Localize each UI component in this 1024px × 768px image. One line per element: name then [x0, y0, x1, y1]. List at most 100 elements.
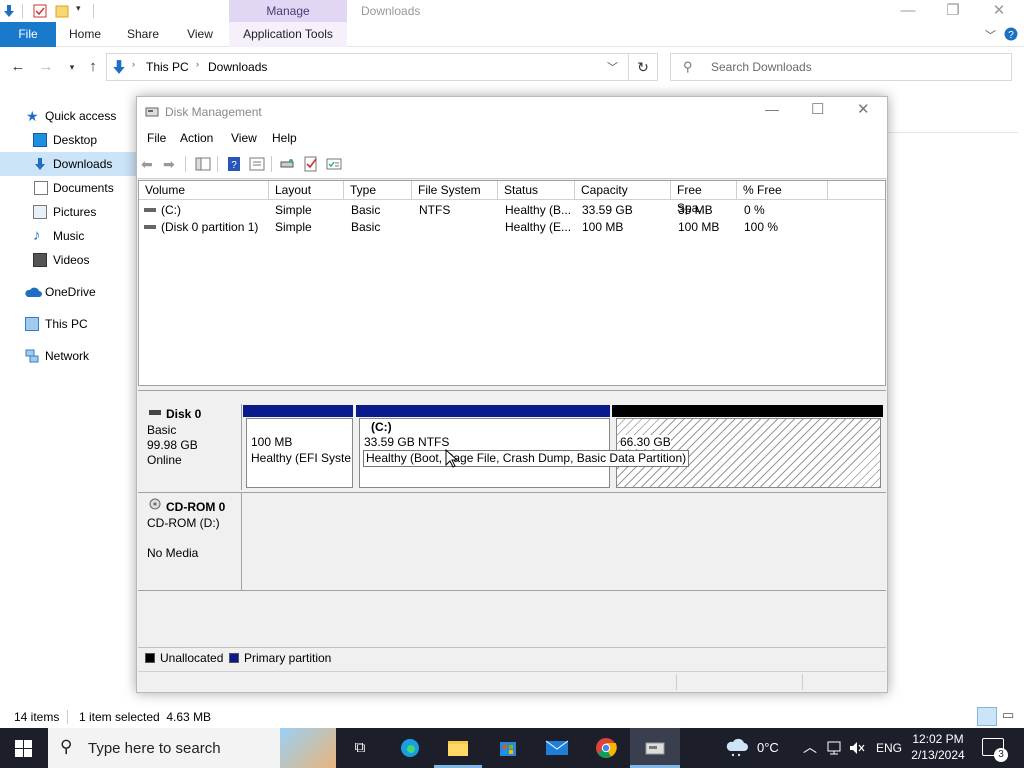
weather-temperature[interactable]: 0°C	[757, 740, 779, 755]
disk-divider	[138, 590, 886, 591]
refresh-icon[interactable]: ↻	[628, 53, 658, 81]
large-icons-view-icon[interactable]: ▭	[1002, 707, 1020, 726]
qat-divider	[22, 4, 23, 18]
menu-action[interactable]: Action	[180, 127, 213, 149]
breadcrumb-chevron-icon[interactable]: ›	[132, 59, 135, 69]
download-arrow-icon[interactable]	[2, 4, 16, 18]
dm-minimize-icon[interactable]: —	[765, 101, 785, 117]
properties-pane-icon[interactable]	[249, 156, 265, 172]
address-dropdown-icon[interactable]: ﹀	[607, 59, 618, 75]
nav-item-onedrive[interactable]: OneDrive	[0, 280, 136, 304]
nav-item-music[interactable]: ♪ Music	[0, 224, 136, 248]
microsoft-store-icon[interactable]	[484, 728, 532, 768]
download-arrow-icon	[113, 60, 125, 74]
close-icon[interactable]: ✕	[976, 0, 1022, 22]
nav-item-quick-access[interactable]: ★ Quick access	[0, 104, 136, 128]
tab-share[interactable]: Share	[122, 22, 164, 47]
table-row[interactable]: (C:) Simple Basic NTFS Healthy (B... 33.…	[139, 202, 885, 219]
toolbar-divider	[271, 156, 272, 172]
volume-muted-icon[interactable]	[848, 740, 866, 756]
task-view-icon[interactable]: ⧉	[336, 728, 384, 768]
qat-dropdown-icon[interactable]: ▾	[76, 3, 81, 14]
tab-file[interactable]: File	[0, 22, 56, 47]
column-header-file-system[interactable]: File System	[412, 181, 498, 199]
breadcrumb-chevron-icon[interactable]: ›	[196, 59, 199, 69]
search-icon: ⚲	[60, 737, 73, 756]
clock-date[interactable]: 2/13/2024	[906, 748, 970, 762]
music-note-icon: ♪	[33, 227, 41, 244]
disk-graphical-view: Disk 0 Basic 99.98 GB Online 100 MB Heal…	[138, 390, 886, 644]
table-row[interactable]: (Disk 0 partition 1) Simple Basic Health…	[139, 219, 885, 236]
expand-ribbon-icon[interactable]: ﹀	[985, 27, 996, 43]
notification-count-badge: 3	[994, 748, 1008, 762]
nav-item-network[interactable]: Network	[0, 344, 136, 368]
column-header-status[interactable]: Status	[498, 181, 575, 199]
ribbon-tabs: File Home Share View Application Tools ﹀…	[0, 22, 1024, 47]
tab-view[interactable]: View	[180, 22, 220, 47]
column-header-volume[interactable]: Volume	[139, 181, 269, 199]
connect-drive-icon[interactable]	[279, 156, 295, 172]
column-header-type[interactable]: Type	[344, 181, 412, 199]
chrome-browser-icon[interactable]	[582, 728, 630, 768]
clock-time[interactable]: 12:02 PM	[906, 732, 970, 746]
partition-status: Healthy (EFI Syster	[251, 451, 351, 465]
menu-view[interactable]: View	[231, 127, 257, 149]
search-input[interactable]: ⚲ Search Downloads	[670, 53, 1012, 81]
disk-management-taskbar-button[interactable]	[630, 728, 680, 768]
recent-locations-icon[interactable]: ▾	[62, 57, 82, 77]
breadcrumb-this-pc[interactable]: This PC	[146, 60, 189, 74]
forward-arrow-icon[interactable]: ➡	[163, 156, 179, 172]
mail-icon[interactable]	[533, 728, 581, 768]
input-language[interactable]: ENG	[876, 741, 902, 755]
disk-0-label[interactable]: Disk 0 Basic 99.98 GB Online	[138, 404, 242, 490]
manage-tab-group[interactable]: Manage	[229, 0, 347, 22]
edge-browser-icon[interactable]	[386, 728, 434, 768]
nav-item-documents[interactable]: Documents	[0, 176, 136, 200]
cell-volume: (C:)	[161, 203, 181, 217]
back-arrow-icon[interactable]: ⬅	[141, 156, 157, 172]
help-book-icon[interactable]: ?	[226, 156, 242, 172]
file-explorer-icon[interactable]	[434, 728, 482, 768]
column-header-percent-free[interactable]: % Free	[737, 181, 828, 199]
cell-capacity: 33.59 GB	[582, 203, 633, 217]
console-tree-icon[interactable]	[195, 156, 211, 172]
help-icon[interactable]: ?	[1004, 27, 1018, 41]
cell-free-space: 100 MB	[678, 220, 720, 234]
tab-application-tools[interactable]: Application Tools	[229, 22, 347, 47]
nav-item-videos[interactable]: Videos	[0, 248, 136, 272]
menu-help[interactable]: Help	[272, 127, 297, 149]
address-bar[interactable]: › This PC › Downloads ﹀	[106, 53, 658, 81]
forward-arrow-icon[interactable]: →	[36, 57, 56, 77]
settings-panel-icon[interactable]	[326, 156, 342, 172]
up-arrow-icon[interactable]: ↑	[83, 57, 103, 77]
windows-start-icon[interactable]	[15, 740, 32, 757]
nav-item-desktop[interactable]: Desktop	[0, 128, 136, 152]
back-arrow-icon[interactable]: ←	[8, 57, 28, 77]
dm-close-icon[interactable]: ✕	[857, 100, 877, 118]
checklist-icon[interactable]	[303, 156, 319, 172]
breadcrumb-downloads[interactable]: Downloads	[208, 60, 267, 74]
show-hidden-icons-icon[interactable]: ︿	[803, 737, 817, 757]
properties-checkmark-icon[interactable]	[33, 4, 47, 18]
maximize-icon[interactable]: ❐	[930, 0, 976, 22]
nav-item-pictures[interactable]: Pictures	[0, 200, 136, 224]
tab-home[interactable]: Home	[64, 22, 106, 47]
cdrom-0-label[interactable]: CD-ROM 0 CD-ROM (D:) No Media	[138, 493, 242, 590]
weather-cloud-snow-icon[interactable]	[724, 738, 750, 758]
column-header-layout[interactable]: Layout	[269, 181, 344, 199]
nav-item-downloads[interactable]: Downloads	[0, 152, 136, 176]
menu-file[interactable]: File	[147, 127, 166, 149]
partition-efi[interactable]: 100 MB Healthy (EFI Syster	[246, 418, 353, 488]
column-header-capacity[interactable]: Capacity	[575, 181, 671, 199]
nav-item-label: Desktop	[53, 133, 98, 147]
new-folder-icon[interactable]	[55, 4, 69, 18]
column-header-free-space[interactable]: Free Spa...	[671, 181, 737, 215]
network-status-icon[interactable]	[826, 740, 844, 756]
taskbar-search-box[interactable]: ⚲ Type here to search	[48, 728, 336, 768]
explorer-title-bar: ▾ Manage Downloads — ❐ ✕	[0, 0, 1024, 24]
minimize-icon[interactable]: —	[885, 0, 931, 22]
nav-item-this-pc[interactable]: This PC	[0, 312, 136, 336]
details-view-icon[interactable]	[977, 707, 997, 726]
dm-maximize-icon[interactable]: ☐	[811, 100, 831, 118]
volume-list: Volume Layout Type File System Status Ca…	[138, 180, 886, 386]
